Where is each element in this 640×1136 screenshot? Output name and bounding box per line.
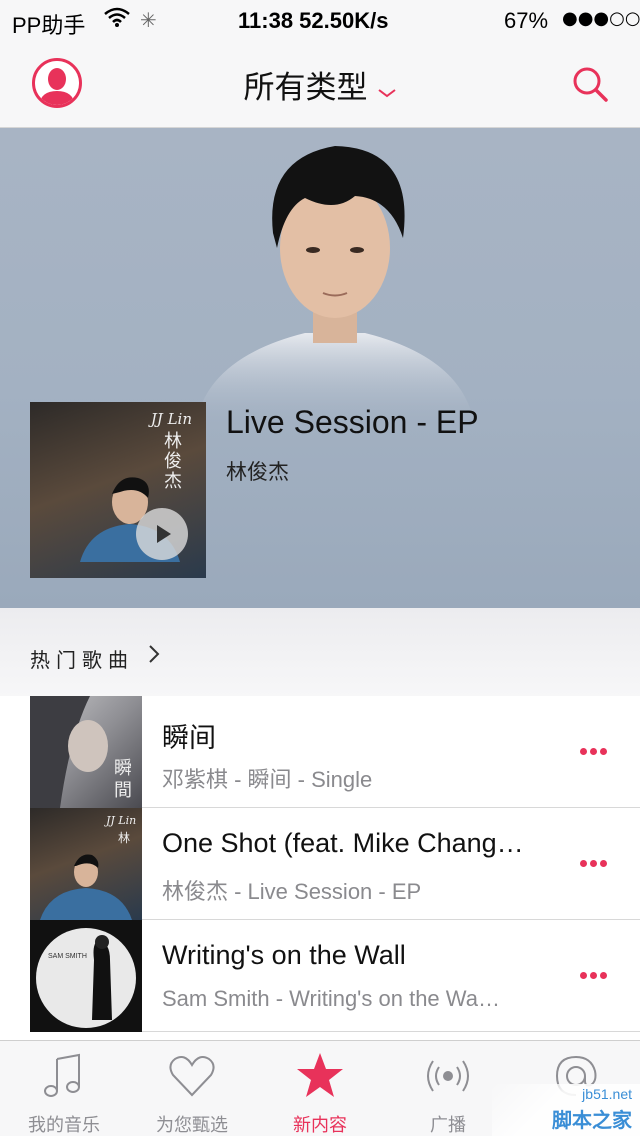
tab-for-you[interactable]: 为您甄选: [128, 1041, 256, 1136]
song-artwork: SAM SMITH: [30, 920, 142, 1032]
featured-album-title[interactable]: Live Session - EP: [226, 404, 479, 441]
watermark: jb51.net 脚本之家: [492, 1084, 640, 1136]
status-time: 11:38 52.50K/s: [238, 8, 389, 33]
wifi-icon: [104, 6, 130, 34]
music-note-icon: [39, 1051, 89, 1101]
svg-text:SAM SMITH: SAM SMITH: [48, 953, 87, 960]
more-options-icon[interactable]: [580, 960, 620, 990]
more-options-icon[interactable]: [580, 736, 620, 766]
list-item[interactable]: SAM SMITH Writing's on the Wall Sam Smit…: [0, 920, 640, 1032]
heart-icon: [167, 1051, 217, 1101]
album-cover[interactable]: JJ Lin 林俊杰: [30, 402, 206, 578]
play-button[interactable]: [136, 508, 188, 560]
chevron-right-icon: [148, 644, 160, 668]
song-title: 瞬间: [162, 723, 216, 753]
svg-text:間: 間: [114, 780, 132, 801]
search-icon[interactable]: [570, 64, 610, 104]
carrier-label: PP助手: [12, 13, 86, 38]
activity-spinner-icon: ✳: [140, 8, 157, 32]
radio-icon: [423, 1051, 473, 1101]
list-item[interactable]: 瞬 間 瞬间 邓紫棋 - 瞬间 - Single: [0, 696, 640, 808]
song-artwork: 瞬 間: [30, 696, 142, 808]
song-title: One Shot (feat. Mike Chang…: [162, 828, 524, 858]
section-title: 热门歌曲: [30, 648, 134, 672]
category-selector[interactable]: 所有类型: [0, 62, 640, 107]
tab-label: 新内容: [293, 1115, 347, 1136]
status-bar: PP助手 ✳ 11:38 52.50K/s 67% ●●●○○: [0, 0, 640, 42]
svg-text:JJ Lin: JJ Lin: [104, 814, 136, 827]
svg-text:林: 林: [118, 831, 130, 845]
featured-artist[interactable]: 林俊杰: [226, 456, 289, 486]
star-icon: [295, 1051, 345, 1101]
hot-songs-header[interactable]: 热门歌曲: [0, 608, 640, 696]
cover-text-en: JJ Lin: [150, 410, 192, 428]
song-list: 瞬 間 瞬间 邓紫棋 - 瞬间 - Single JJ Lin 林 One Sh…: [0, 696, 640, 1032]
tab-new[interactable]: 新内容: [256, 1041, 384, 1136]
featured-banner[interactable]: JJ Lin 林俊杰 Live Session - EP 林俊杰: [0, 128, 640, 608]
tab-label: 我的音乐: [28, 1115, 100, 1136]
song-artwork: JJ Lin 林: [30, 808, 142, 920]
chevron-down-icon: [377, 84, 397, 103]
watermark-url: jb51.net: [582, 1086, 632, 1102]
more-options-icon[interactable]: [580, 848, 620, 878]
tab-label: 为您甄选: [156, 1115, 228, 1136]
nav-bar: 所有类型: [0, 42, 640, 128]
song-subtitle: Sam Smith - Writing's on the Wa…: [162, 986, 500, 1011]
svg-text:瞬: 瞬: [114, 758, 132, 779]
watermark-site: 脚本之家: [552, 1108, 632, 1132]
list-item[interactable]: JJ Lin 林 One Shot (feat. Mike Chang… 林俊杰…: [0, 808, 640, 920]
signal-dots: ●●●○○: [562, 8, 640, 29]
page-title: 所有类型: [243, 70, 368, 106]
song-subtitle: 林俊杰 - Live Session - EP: [162, 879, 422, 904]
tab-my-music[interactable]: 我的音乐: [0, 1041, 128, 1136]
battery-percent: 67%: [504, 8, 549, 33]
artist-portrait: [185, 128, 485, 428]
song-title: Writing's on the Wall: [162, 940, 406, 970]
song-subtitle: 邓紫棋 - 瞬间 - Single: [162, 767, 373, 792]
